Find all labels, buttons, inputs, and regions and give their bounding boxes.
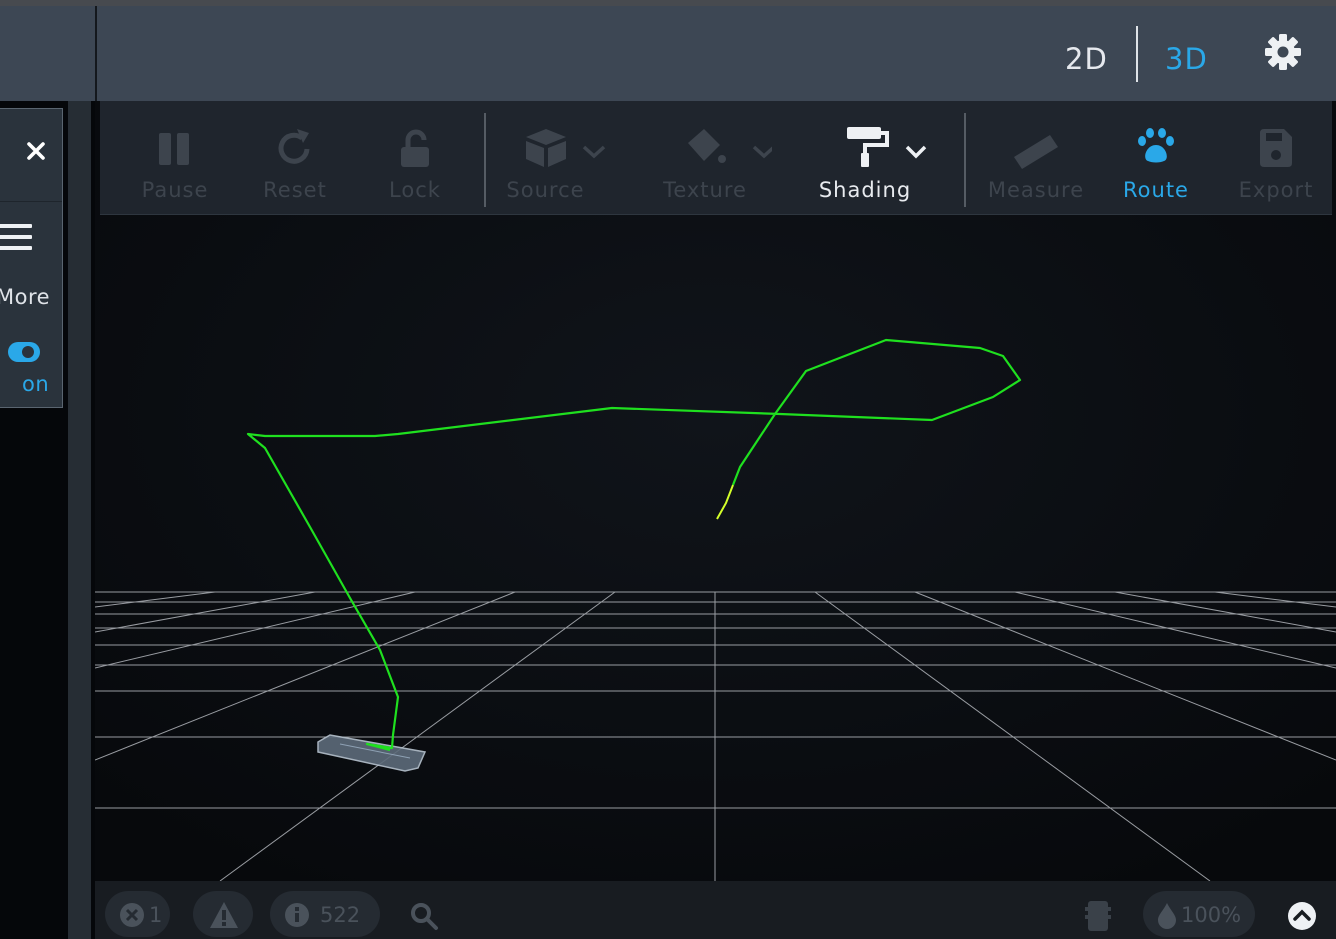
texture-button[interactable]: Texture <box>640 101 780 214</box>
toggle-label: on <box>22 372 50 396</box>
warnings-indicator[interactable] <box>193 891 253 937</box>
cube-icon <box>526 129 606 167</box>
opacity-value: 100% <box>1181 903 1242 927</box>
view-3d-button[interactable]: 3D <box>1165 42 1208 76</box>
error-icon <box>120 903 144 927</box>
info-icon <box>285 903 309 927</box>
view-separator <box>1136 26 1138 82</box>
close-icon[interactable] <box>24 139 48 163</box>
export-button[interactable]: Export <box>1216 101 1336 214</box>
unlock-icon <box>401 129 429 167</box>
opacity-indicator[interactable]: 100% <box>1143 891 1255 937</box>
lock-label: Lock <box>389 178 441 202</box>
measure-label: Measure <box>987 178 1085 202</box>
view-2d-button[interactable]: 2D <box>1065 42 1108 76</box>
shading-button[interactable]: Shading <box>805 101 935 214</box>
toggle-switch[interactable] <box>8 342 40 362</box>
route-label: Route <box>1123 178 1189 202</box>
panel-divider <box>0 201 62 202</box>
toolbar-separator <box>484 113 486 207</box>
pause-label: Pause <box>141 178 209 202</box>
3d-scene[interactable] <box>95 101 1336 881</box>
more-label[interactable]: More <box>0 285 50 309</box>
pause-button[interactable]: Pause <box>115 101 235 214</box>
toolbar-separator <box>964 113 966 207</box>
measure-button[interactable]: Measure <box>976 101 1096 214</box>
sidebar-scrollbar[interactable] <box>68 101 91 939</box>
reset-label: Reset <box>263 178 327 202</box>
left-header-area <box>0 6 95 101</box>
texture-label: Texture <box>663 178 747 202</box>
toolbar: Pause Reset Lock Source Texture Shading … <box>100 101 1332 215</box>
search-icon[interactable] <box>409 901 439 931</box>
status-bar: 1 522 100% <box>95 881 1336 939</box>
export-label: Export <box>1238 178 1314 202</box>
battery-icon[interactable] <box>1085 899 1111 933</box>
info-indicator[interactable]: 522 <box>270 891 380 937</box>
pause-icon <box>159 133 189 165</box>
ruler-icon <box>1014 135 1058 169</box>
shading-label: Shading <box>818 178 912 202</box>
paint-roller-icon <box>847 127 927 167</box>
top-header: 2D 3D <box>97 6 1336 101</box>
paw-icon <box>1138 128 1174 163</box>
paint-bucket-icon <box>688 129 772 163</box>
side-panel: More on <box>0 108 63 408</box>
errors-indicator[interactable]: 1 <box>105 891 170 937</box>
3d-viewport[interactable] <box>95 101 1336 881</box>
lock-button[interactable]: Lock <box>355 101 475 214</box>
chevron-up-icon[interactable] <box>1287 901 1317 931</box>
source-button[interactable]: Source <box>488 101 628 214</box>
hamburger-icon[interactable] <box>0 221 34 253</box>
toggle-knob <box>22 346 34 358</box>
save-icon <box>1260 129 1292 167</box>
reset-button[interactable]: Reset <box>235 101 355 214</box>
warning-icon <box>210 902 238 928</box>
drop-icon <box>1158 903 1176 929</box>
source-label: Source <box>506 178 585 202</box>
error-count: 1 <box>149 903 163 927</box>
route-button[interactable]: Route <box>1096 101 1216 214</box>
reset-icon <box>278 129 310 164</box>
info-count: 522 <box>320 903 361 927</box>
gear-icon[interactable] <box>1263 32 1303 72</box>
